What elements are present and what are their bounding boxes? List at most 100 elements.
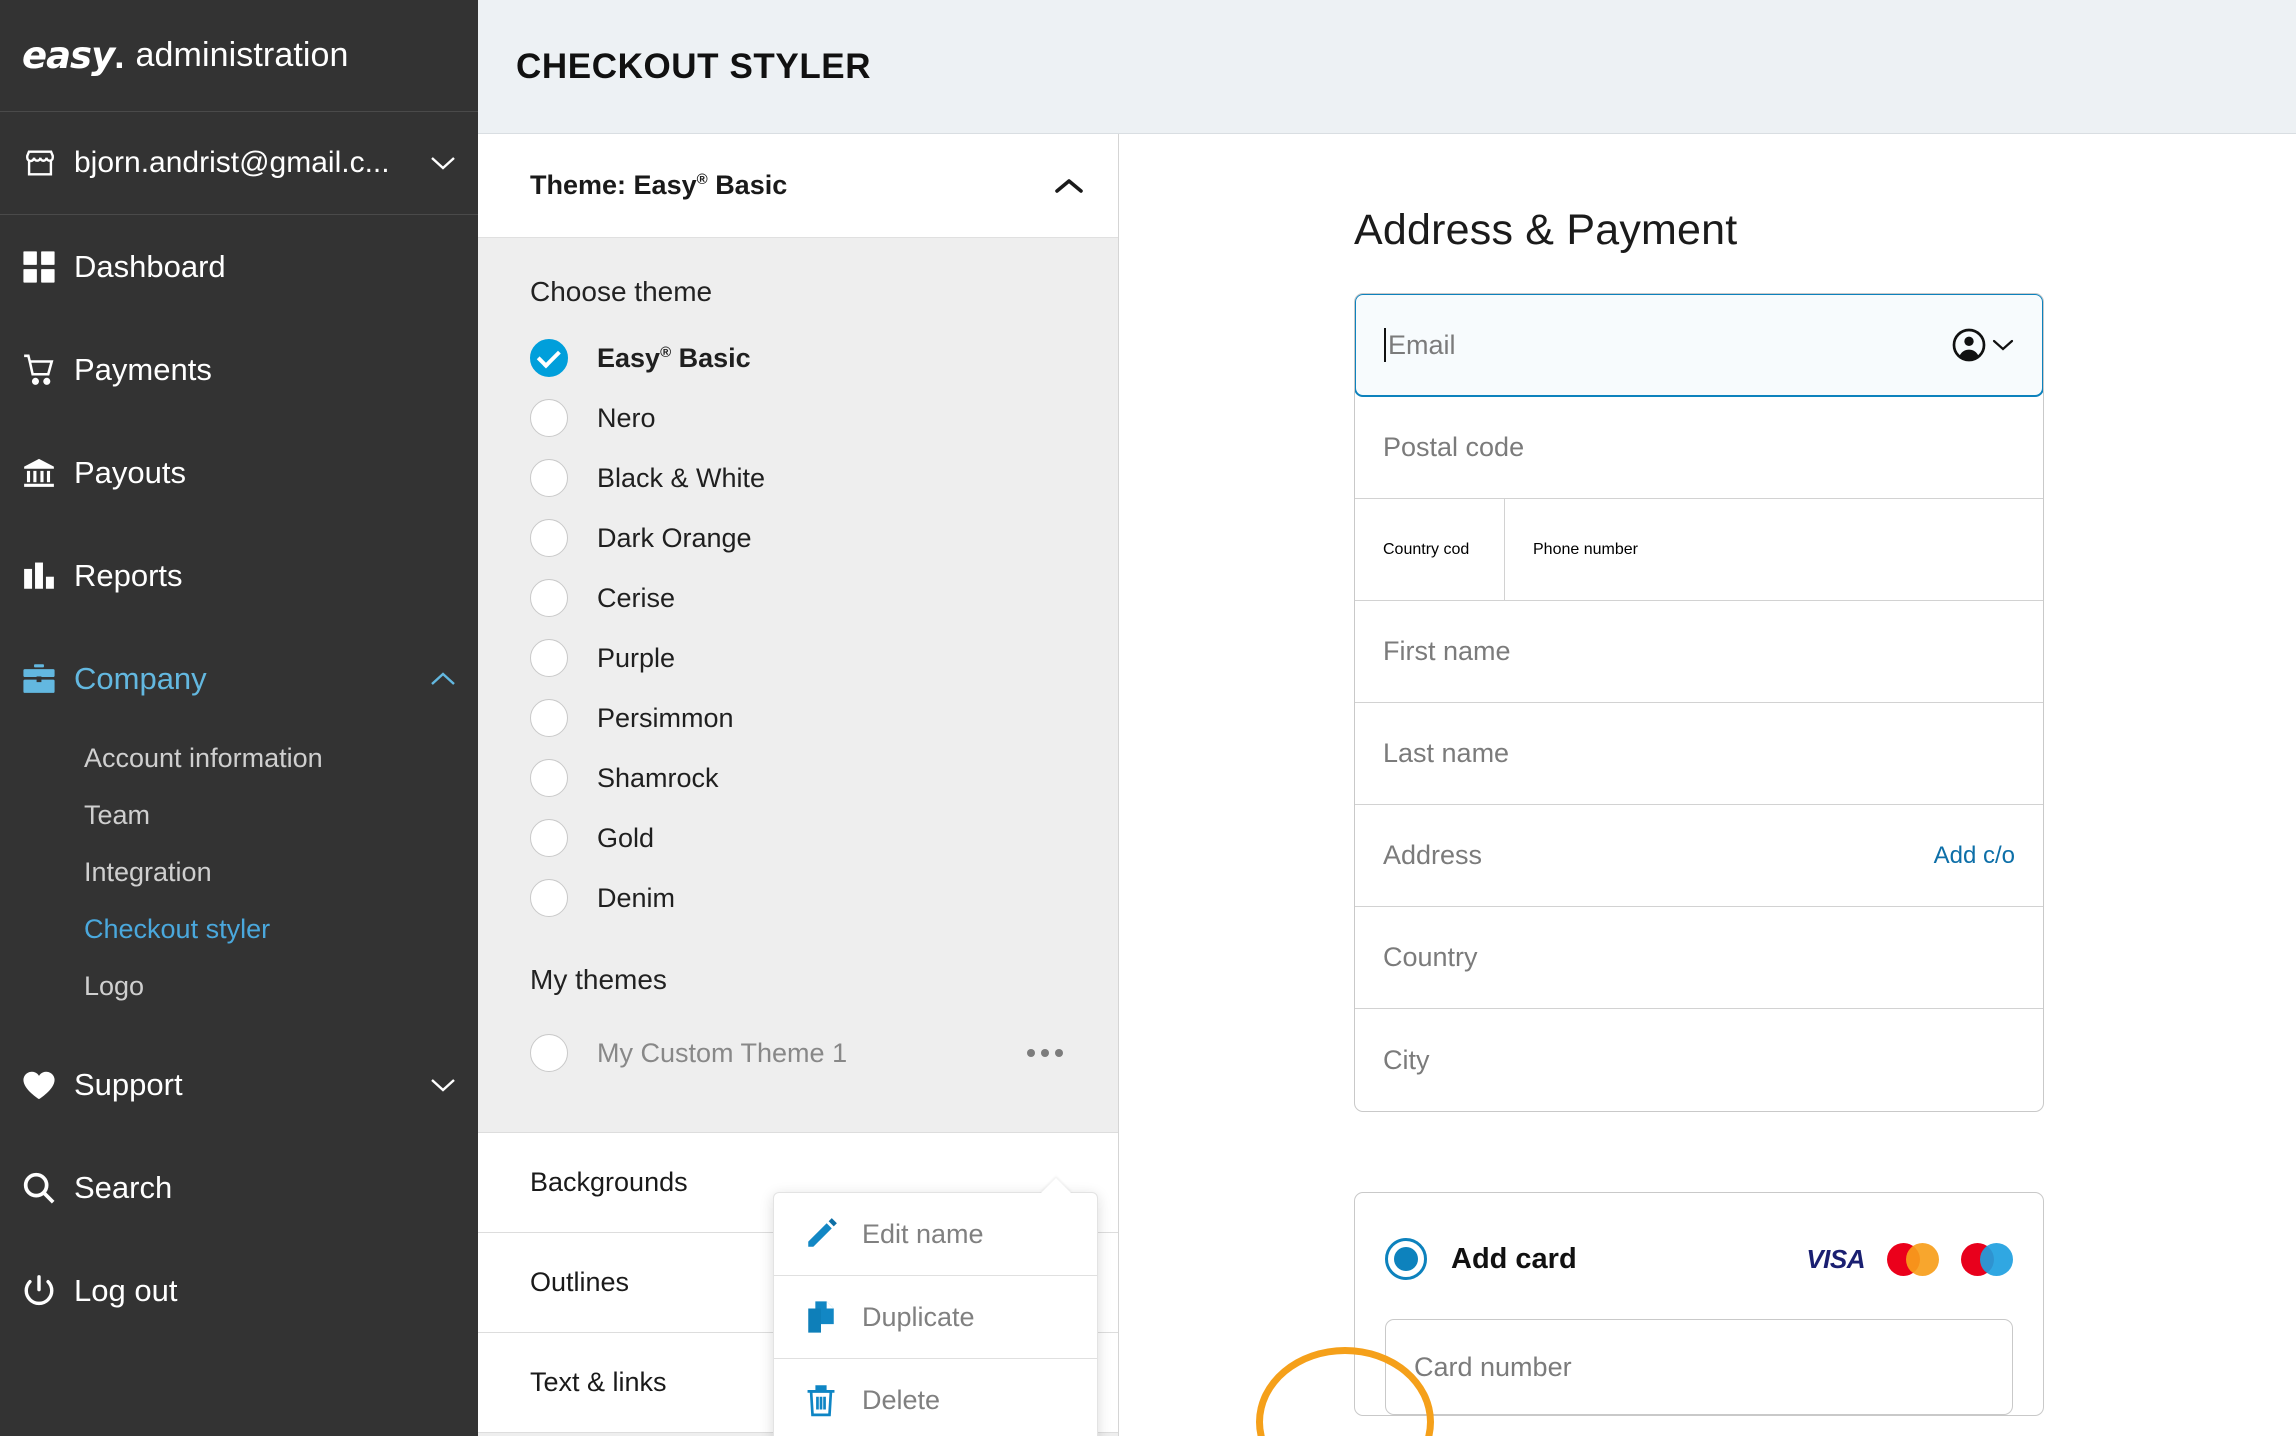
trash-icon [804,1384,862,1418]
account-switcher[interactable]: bjorn.andrist@gmail.c... [0,112,478,215]
sidebar-item-reports[interactable]: Reports [0,524,478,627]
email-placeholder: Email [1388,330,1456,361]
sidebar-item-search[interactable]: Search [0,1136,478,1239]
radio-icon[interactable] [530,879,568,917]
radio-selected-icon[interactable] [530,339,568,377]
theme-option-persimmon[interactable]: Persimmon [478,688,1118,748]
radio-icon[interactable] [530,699,568,737]
payment-logos: VISA [1806,1243,2013,1276]
sidebar-item-label: Dashboard [74,249,456,285]
more-options-icon[interactable] [1027,1049,1063,1057]
postal-code-field[interactable]: Postal code [1355,397,2043,499]
theme-header-toggle[interactable]: Theme: Easy® Basic [478,134,1118,238]
card-number-field[interactable]: Card number [1385,1319,2013,1415]
radio-icon[interactable] [530,519,568,557]
theme-option-easy-basic[interactable]: Easy® Basic [478,328,1118,388]
sidebar-subitem-label: Checkout styler [84,914,270,945]
sidebar-subitem-integration[interactable]: Integration [0,844,478,901]
radio-icon[interactable] [530,399,568,437]
sidebar-subitem-account-information[interactable]: Account information [0,730,478,787]
city-field[interactable]: City [1355,1009,2043,1111]
add-co-link[interactable]: Add c/o [1934,842,2015,870]
preview-title: Address & Payment [1354,206,2044,255]
theme-option-shamrock[interactable]: Shamrock [478,748,1118,808]
context-menu-item-duplicate[interactable]: Duplicate [774,1276,1097,1359]
sidebar-item-label: Payouts [74,455,456,491]
radio-icon[interactable] [530,639,568,677]
radio-icon[interactable] [530,819,568,857]
bar-chart-icon [22,559,74,593]
sidebar-item-company[interactable]: Company [0,627,478,730]
brand-dot: . [114,35,124,77]
theme-option-nero[interactable]: Nero [478,388,1118,448]
country-code-field[interactable]: Country cod [1355,499,1505,600]
theme-option-purple[interactable]: Purple [478,628,1118,688]
person-dropdown-icon[interactable] [1952,328,2014,362]
power-icon [22,1274,74,1308]
theme-option-label: Persimmon [597,703,734,734]
phone-number-field[interactable]: Phone number [1505,499,2043,600]
postal-code-placeholder: Postal code [1383,432,1524,463]
theme-option-denim[interactable]: Denim [478,868,1118,928]
pencil-icon [804,1217,862,1251]
theme-option-label: Shamrock [597,763,719,794]
card-number-placeholder: Card number [1414,1352,1572,1383]
theme-option-label: Nero [597,403,656,434]
sidebar-item-label: Reports [74,558,456,594]
theme-option-dark-orange[interactable]: Dark Orange [478,508,1118,568]
brand-logo: easy . administration [0,0,478,112]
sidebar-item-dashboard[interactable]: Dashboard [0,215,478,318]
country-field[interactable]: Country [1355,907,2043,1009]
add-card-label: Add card [1451,1243,1577,1276]
radio-icon[interactable] [530,579,568,617]
mastercard-icon [1887,1243,1939,1276]
last-name-placeholder: Last name [1383,738,1509,769]
theme-header-label: Theme: Easy® Basic [530,170,1054,201]
chevron-up-icon [422,671,456,687]
my-theme-option-custom-1[interactable]: My Custom Theme 1 [478,1016,1118,1090]
context-menu-item-label: Duplicate [862,1302,975,1333]
context-menu-item-delete[interactable]: Delete [774,1359,1097,1436]
visa-icon: VISA [1806,1244,1865,1275]
add-card-option[interactable]: Add card VISA [1385,1227,2013,1291]
sidebar-subitem-checkout-styler[interactable]: Checkout styler [0,901,478,958]
heart-icon [22,1069,74,1101]
address-form-card: Email Postal code [1354,293,2044,1112]
registered-mark: ® [660,344,671,361]
sidebar-subitem-logo[interactable]: Logo [0,958,478,1015]
sidebar-item-log-out[interactable]: Log out [0,1239,478,1342]
checkout-preview: Address & Payment Email [1119,134,2296,1436]
theme-option-label: Cerise [597,583,675,614]
chevron-down-icon [422,1077,456,1093]
context-menu-item-edit-name[interactable]: Edit name [774,1193,1097,1276]
sidebar-item-payments[interactable]: Payments [0,318,478,421]
theme-option-label: Purple [597,643,675,674]
radio-icon[interactable] [530,459,568,497]
theme-context-menu: Edit name Duplicate [773,1192,1098,1436]
sidebar-subitem-team[interactable]: Team [0,787,478,844]
theme-option-gold[interactable]: Gold [478,808,1118,868]
page-header: CHECKOUT STYLER [478,0,2296,134]
theme-option-black-and-white[interactable]: Black & White [478,448,1118,508]
sidebar-item-payouts[interactable]: Payouts [0,421,478,524]
radio-icon[interactable] [530,1034,568,1072]
address-placeholder: Address [1383,840,1482,871]
email-field[interactable]: Email [1354,293,2044,397]
sidebar-subitem-label: Logo [84,971,144,1002]
search-icon [22,1171,74,1205]
theme-option-label: Easy® Basic [597,343,751,374]
first-name-field[interactable]: First name [1355,601,2043,703]
address-field[interactable]: Address Add c/o [1355,805,2043,907]
radio-icon[interactable] [530,759,568,797]
sidebar-item-label: Support [74,1067,422,1103]
phone-row: Country cod Phone number [1355,499,2043,601]
theme-option-label: Denim [597,883,675,914]
sidebar-item-support[interactable]: Support [0,1033,478,1136]
sidebar-subitem-label: Account information [84,743,323,774]
radio-selected-icon[interactable] [1385,1238,1427,1280]
theme-option-cerise[interactable]: Cerise [478,568,1118,628]
sidebar-item-label: Company [74,661,422,697]
chevron-up-icon[interactable] [1054,177,1084,195]
last-name-field[interactable]: Last name [1355,703,2043,805]
city-placeholder: City [1383,1045,1430,1076]
